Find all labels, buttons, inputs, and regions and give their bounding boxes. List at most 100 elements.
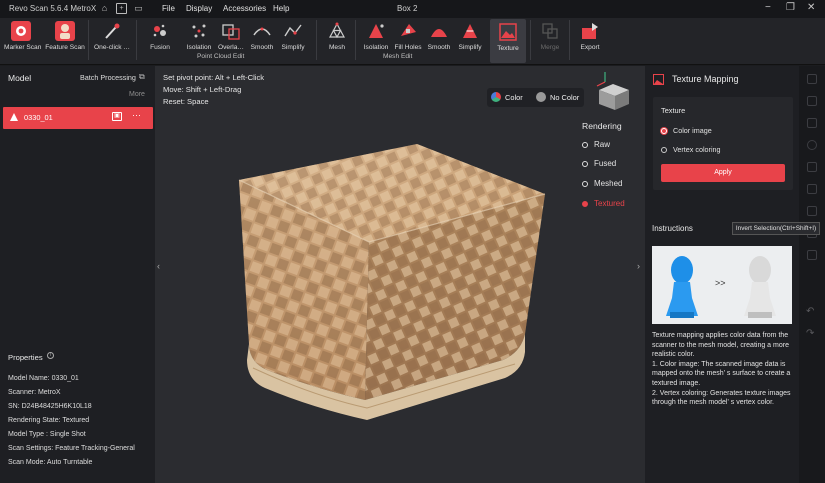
toolbar-separator: [569, 20, 570, 60]
mesh-simplify-button[interactable]: Simplify: [456, 20, 484, 51]
title-bar: Revo Scan 5.6.4 MetroX ⌂ + ▭ File Displa…: [0, 0, 825, 18]
merge-button[interactable]: Merge: [536, 20, 564, 51]
point-smooth-button[interactable]: Smooth: [248, 20, 276, 51]
brush-tool-icon[interactable]: [807, 118, 817, 128]
marker-scan-button[interactable]: Marker Scan: [4, 20, 41, 51]
export-icon: [582, 23, 598, 39]
redo-icon[interactable]: ↷: [806, 328, 814, 339]
no-color-mode-icon[interactable]: [536, 92, 546, 102]
overlap-button[interactable]: Overla…: [216, 20, 246, 51]
mesh-simplify-icon: [463, 24, 477, 38]
instructions-title: Instructions: [652, 224, 693, 233]
open-folder-icon[interactable]: ▭: [133, 3, 144, 14]
color-mode-icon[interactable]: [491, 92, 501, 102]
one-click-button[interactable]: One-click …: [92, 20, 132, 51]
document-title: Box 2: [397, 4, 418, 13]
feature-scan-button[interactable]: Feature Scan: [45, 20, 85, 51]
batch-processing-icon[interactable]: ⧉: [139, 72, 145, 82]
undo-icon[interactable]: ↶: [806, 306, 814, 317]
radio-dot: [582, 142, 588, 148]
maximize-icon[interactable]: ❐: [786, 2, 795, 13]
menu-file[interactable]: File: [162, 4, 175, 13]
toolbar-separator: [355, 20, 356, 60]
model-mesh-icon: [10, 113, 18, 121]
feature-scan-icon: [55, 21, 75, 41]
color-mode-toggle: Color No Color: [487, 88, 584, 107]
export-button[interactable]: Export: [576, 20, 604, 51]
instructions-text: Texture mapping applies color data from …: [652, 332, 791, 407]
fusion-button[interactable]: Fusion: [146, 20, 174, 51]
collapse-left-icon[interactable]: ‹: [157, 261, 160, 271]
properties-info-icon[interactable]: i: [47, 352, 54, 359]
fill-holes-icon: [401, 24, 416, 36]
apply-button[interactable]: Apply: [661, 164, 785, 182]
render-raw-option[interactable]: Raw: [582, 140, 610, 149]
texture-mapping-panel: Texture Mapping Texture Color image Vert…: [645, 66, 799, 483]
3d-viewport[interactable]: Set pivot point: Alt + Left-Click Move: …: [155, 66, 645, 483]
circle-select-icon[interactable]: [807, 140, 817, 150]
prop-scanner: Scanner: MetroX: [8, 389, 61, 396]
color-image-radio[interactable]: Color image: [661, 126, 712, 135]
render-textured-option[interactable]: Textured: [582, 199, 625, 208]
point-simplify-button[interactable]: Simplify: [279, 20, 307, 51]
overlap-icon: [222, 24, 240, 40]
more-link[interactable]: More: [129, 91, 145, 98]
invert-selection-tooltip: Invert Selection(Ctrl+Shift+I): [732, 222, 820, 235]
menu-accessories[interactable]: Accessories: [223, 4, 266, 13]
no-color-mode-button[interactable]: No Color: [550, 93, 579, 102]
one-click-wand-icon: [105, 23, 120, 39]
hint-move: Move: Shift + Left-Drag: [163, 85, 242, 94]
model-list-item[interactable]: 0330_01 ▣ ···: [3, 107, 153, 129]
hint-pivot: Set pivot point: Alt + Left-Click: [163, 73, 265, 82]
hint-reset: Reset: Space: [163, 97, 209, 106]
toolbar-separator: [530, 20, 531, 60]
plane-cut-icon[interactable]: [807, 162, 817, 172]
mesh-smooth-button[interactable]: Smooth: [425, 20, 453, 51]
minimize-icon[interactable]: −: [765, 2, 771, 13]
main-toolbar: Marker Scan Feature Scan One-click … Fus…: [0, 18, 825, 65]
radio-dot: [582, 201, 588, 207]
group-label-point-cloud: Point Cloud Edit: [197, 53, 245, 60]
view-cube-icon[interactable]: [591, 68, 633, 112]
texture-icon: [499, 23, 517, 41]
basket-3d-model: [238, 144, 546, 420]
model-more-icon[interactable]: ···: [132, 110, 141, 120]
white-bust-image: [744, 256, 776, 318]
model-texture-badge-icon[interactable]: ▣: [112, 112, 122, 121]
prop-rendering-state: Rendering State: Textured: [8, 417, 90, 424]
texture-options-box: Texture Color image Vertex coloring Appl…: [653, 97, 793, 190]
select-tool-icon[interactable]: [807, 74, 817, 84]
toolbar-separator: [316, 20, 317, 60]
render-meshed-option[interactable]: Meshed: [582, 179, 622, 188]
radio-dot: [661, 147, 667, 153]
collapse-right-icon[interactable]: ›: [637, 261, 640, 271]
toolbar-separator: [88, 20, 89, 60]
marker-scan-icon: [11, 21, 31, 41]
vertex-coloring-radio[interactable]: Vertex coloring: [661, 145, 721, 154]
lasso-tool-icon[interactable]: [807, 96, 817, 106]
batch-processing-button[interactable]: Batch Processing: [80, 73, 136, 82]
new-project-icon[interactable]: +: [116, 3, 127, 14]
simplify-icon: [284, 24, 302, 37]
point-isolation-button[interactable]: Isolation: [184, 20, 214, 51]
menu-display[interactable]: Display: [186, 4, 212, 13]
deselect-icon[interactable]: [807, 206, 817, 216]
mesh-isolation-button[interactable]: Isolation: [361, 20, 391, 51]
home-icon[interactable]: ⌂: [99, 3, 110, 14]
render-fused-option[interactable]: Fused: [582, 159, 616, 168]
group-label-mesh-edit: Mesh Edit: [383, 53, 413, 60]
model-panel: Model Batch Processing ⧉ More 0330_01 ▣ …: [0, 66, 155, 483]
close-icon[interactable]: ✕: [807, 2, 815, 13]
mesh-isolation-icon: [369, 24, 384, 38]
smooth-icon: [253, 27, 271, 36]
texture-button[interactable]: Texture: [490, 19, 526, 63]
prop-model-name: Model Name: 0330_01: [8, 375, 79, 382]
fill-holes-button[interactable]: Fill Holes: [393, 20, 423, 51]
mesh-smooth-icon: [431, 29, 447, 37]
menu-help[interactable]: Help: [273, 4, 289, 13]
mesh-button[interactable]: Mesh: [324, 20, 350, 51]
select-all-icon[interactable]: [807, 184, 817, 194]
color-mode-button[interactable]: Color: [505, 93, 523, 102]
delete-icon[interactable]: [807, 250, 817, 260]
radio-dot: [661, 128, 667, 134]
